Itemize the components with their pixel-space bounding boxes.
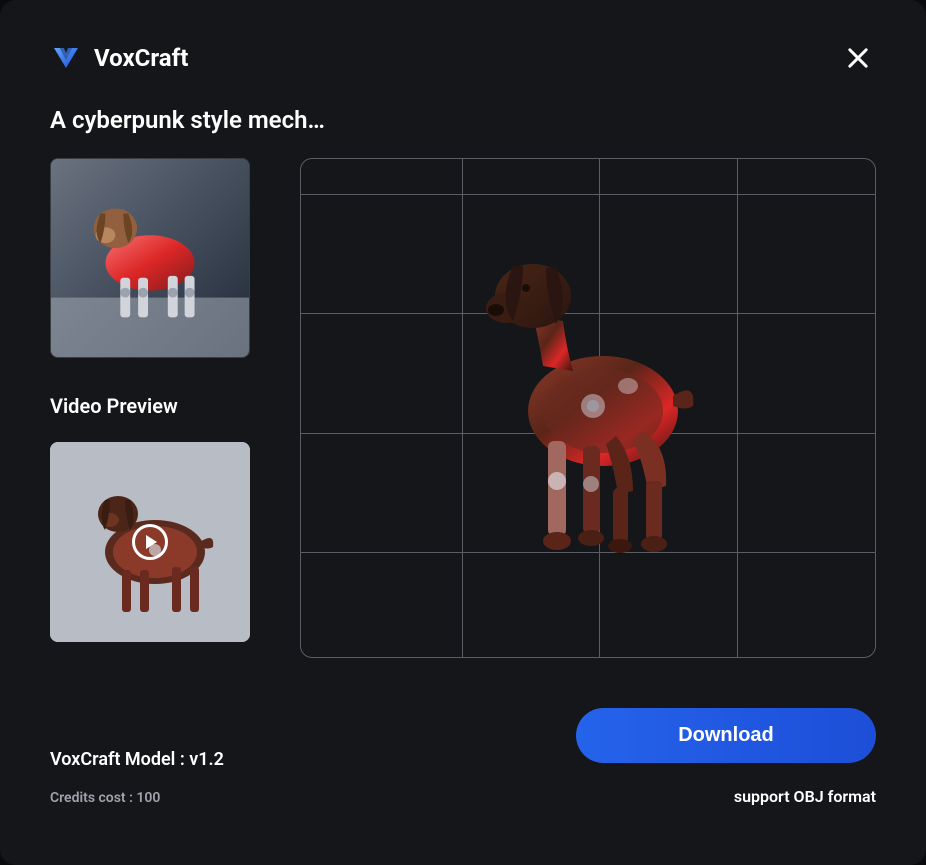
footer-actions: Download support OBJ format xyxy=(576,708,876,806)
prompt-title: A cyberpunk style mechanic… xyxy=(50,106,330,134)
download-button[interactable]: Download xyxy=(576,708,876,763)
app-name: VoxCraft xyxy=(94,44,188,72)
footer-info: VoxCraft Model : v1.2 Credits cost : 100 xyxy=(50,749,224,806)
modal-footer: VoxCraft Model : v1.2 Credits cost : 100… xyxy=(50,708,876,806)
video-preview-thumbnail[interactable] xyxy=(50,442,250,642)
credits-cost-label: Credits cost : 100 xyxy=(50,790,224,806)
play-icon xyxy=(132,524,168,560)
source-image-thumbnail[interactable] xyxy=(50,158,250,358)
3d-preview-viewport[interactable] xyxy=(300,158,876,658)
3d-model-render xyxy=(448,216,728,616)
left-panel: Video Preview xyxy=(50,158,250,658)
modal-header: VoxCraft xyxy=(50,40,876,76)
generation-modal: VoxCraft A cyberpunk style mechanic… xyxy=(0,0,926,865)
format-support-label: support OBJ format xyxy=(734,787,876,806)
logo-section: VoxCraft xyxy=(50,42,188,74)
close-icon xyxy=(844,44,872,72)
voxcraft-logo-icon xyxy=(50,42,82,74)
content-area: Video Preview xyxy=(50,158,876,658)
video-preview-label: Video Preview xyxy=(50,394,250,418)
close-button[interactable] xyxy=(840,40,876,76)
model-version-label: VoxCraft Model : v1.2 xyxy=(50,749,224,770)
